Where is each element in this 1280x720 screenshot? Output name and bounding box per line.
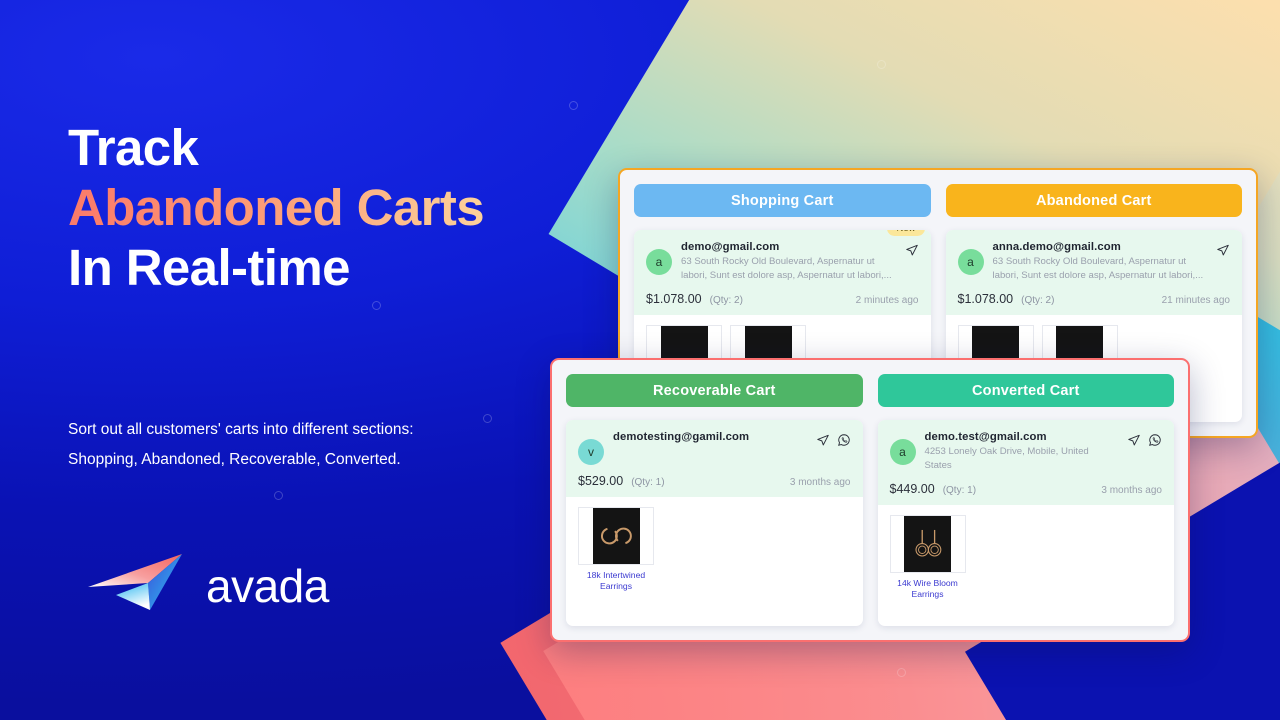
cart-header: v demotesting@gamil.com $529.00 (Qty: 1)… [566,420,863,497]
headline-line-3: In Real-time [68,239,350,296]
decor-dot [877,60,886,69]
avatar: a [646,249,672,275]
whatsapp-icon[interactable] [1148,433,1162,447]
product-name[interactable]: 14k Wire Bloom Earrings [890,578,966,600]
decor-dot [569,101,578,110]
brand-name: avada [206,559,329,612]
customer-email: demo@gmail.com [681,241,780,253]
cart-header: a anna.demo@gmail.com 63 South Rocky Old… [945,230,1242,315]
product-thumbnail [578,507,654,565]
tab-abandoned-cart[interactable]: Abandoned Cart [945,184,1242,217]
whatsapp-icon[interactable] [837,433,851,447]
avada-plane-icon [86,552,194,619]
product-list: 14k Wire Bloom Earrings [877,505,1174,610]
avatar: v [578,439,604,465]
product-item[interactable]: 18k Intertwined Earrings [578,507,654,592]
headline-accent: Abandoned Carts [68,179,485,236]
cart-qty: (Qty: 1) [631,477,665,488]
headline-line-1: Track [68,119,199,176]
product-item[interactable]: 14k Wire Bloom Earrings [889,515,966,600]
send-icon[interactable] [1216,243,1230,257]
cart-price: $1.078.00 [646,292,702,306]
page-title: Track Abandoned Carts In Real-time [68,118,485,298]
customer-address: 63 South Rocky Old Boulevard, Aspernatur… [681,256,892,281]
cart-price: $1.078.00 [957,292,1014,306]
send-icon[interactable] [905,243,919,257]
column-converted-cart: Converted Cart a demo.test@gmail.com 425… [877,374,1174,626]
product-list: 18k Intertwined Earrings [566,497,863,602]
send-icon[interactable] [816,433,830,447]
cart-actions[interactable] [1127,431,1162,447]
cart-price: $529.00 [578,474,624,488]
status-badge-new: New [887,230,925,236]
product-name[interactable]: 18k Intertwined Earrings [578,570,654,592]
cart-qty: (Qty: 2) [1021,295,1055,306]
panel-bottom: Recoverable Cart v demotesting@gamil.com [550,358,1190,642]
cart-timestamp: 2 minutes ago [855,295,919,306]
cart-price: $449.00 [889,482,935,496]
cart-actions[interactable] [816,431,851,447]
product-thumbnail [889,515,966,573]
cart-actions[interactable] [1216,241,1230,257]
decor-dot [897,668,906,677]
cart-timestamp: 3 months ago [1101,485,1162,496]
cart-card-recoverable[interactable]: v demotesting@gamil.com $529.00 (Qty: 1)… [566,420,863,626]
tab-converted-cart[interactable]: Converted Cart [877,374,1174,407]
cart-card-converted[interactable]: a demo.test@gmail.com 4253 Lonely Oak Dr… [877,420,1174,626]
cart-timestamp: 3 months ago [789,477,851,488]
cart-actions[interactable] [905,241,919,257]
cart-qty: (Qty: 2) [709,295,743,306]
cart-header: a demo.test@gmail.com 4253 Lonely Oak Dr… [877,420,1174,505]
customer-email: demo.test@gmail.com [924,431,1047,443]
send-icon[interactable] [1127,433,1141,447]
tab-recoverable-cart[interactable]: Recoverable Cart [566,374,863,407]
customer-address: 63 South Rocky Old Boulevard, Aspernatur… [992,256,1204,281]
brand-logo: avada [86,552,329,619]
cart-timestamp: 21 minutes ago [1161,295,1230,306]
cart-header: a demo@gmail.com 63 South Rocky Old Boul… [634,230,931,315]
hero-subtitle: Sort out all customers' carts into diffe… [68,421,414,468]
customer-address: 4253 Lonely Oak Drive, Mobile, United St… [924,446,1089,471]
tab-shopping-cart[interactable]: Shopping Cart [634,184,931,217]
hero-copy: Track Abandoned Carts In Real-time Sort … [68,0,538,720]
customer-email: anna.demo@gmail.com [992,241,1121,253]
cart-qty: (Qty: 1) [942,485,977,496]
avatar: a [889,439,916,465]
column-recoverable-cart: Recoverable Cart v demotesting@gamil.com [566,374,863,626]
customer-email: demotesting@gamil.com [613,431,750,443]
avatar: a [957,249,984,275]
